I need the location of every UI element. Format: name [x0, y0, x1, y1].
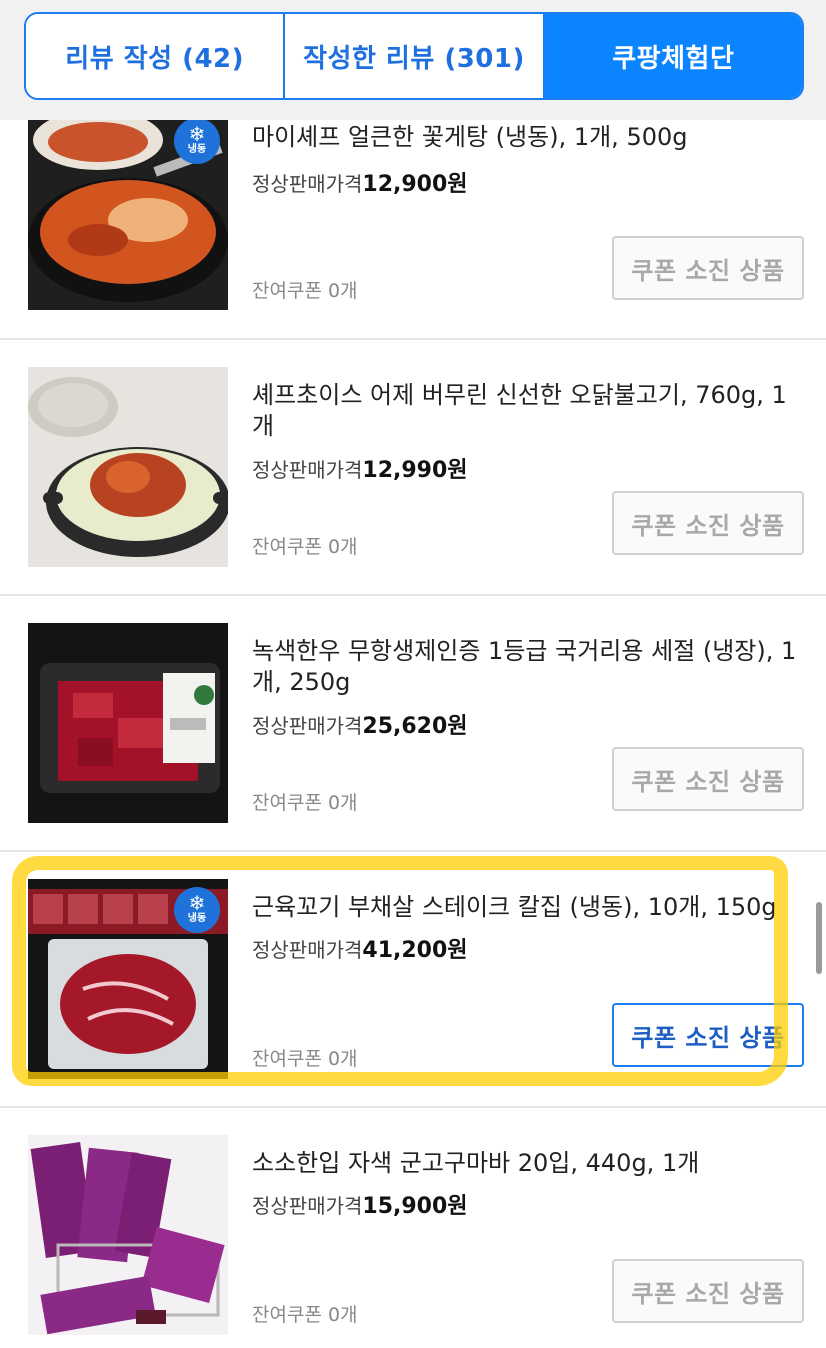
snowflake-icon: ❄: [188, 122, 206, 146]
list-item[interactable]: ❄ 냉동 마이셰프 얼큰한 꽃게탕 (냉동), 1개, 500g 정상판매가격1…: [0, 94, 826, 340]
snowflake-icon: ❄: [188, 891, 206, 915]
frozen-badge: ❄ 냉동: [174, 118, 220, 164]
price-label: 정상판매가격: [252, 172, 363, 196]
tab-written-reviews[interactable]: 작성한 리뷰 (301): [283, 14, 543, 98]
product-list: ❄ 냉동 마이셰프 얼큰한 꽃게탕 (냉동), 1개, 500g 정상판매가격1…: [0, 0, 826, 1346]
product-price: 정상판매가격41,200원: [252, 932, 468, 964]
product-name[interactable]: 녹색한우 무항생제인증 1등급 국거리용 세절 (냉장), 1개, 250g: [252, 636, 804, 698]
scrollbar[interactable]: [816, 902, 822, 974]
price-label: 정상판매가격: [252, 1194, 363, 1218]
tab-header: 리뷰 작성 (42) 작성한 리뷰 (301) 쿠팡체험단: [0, 0, 826, 120]
product-name[interactable]: 마이셰프 얼큰한 꽃게탕 (냉동), 1개, 500g: [252, 122, 804, 153]
price-value: 41,200원: [362, 938, 468, 963]
price-value: 12,900원: [362, 172, 468, 197]
remaining-coupon: 잔여쿠폰 0개: [252, 280, 358, 302]
tab-group: 리뷰 작성 (42) 작성한 리뷰 (301) 쿠팡체험단: [24, 12, 804, 100]
coupon-exhausted-button[interactable]: 쿠폰 소진 상품: [612, 236, 804, 300]
remaining-coupon: 잔여쿠폰 0개: [252, 792, 358, 814]
tab-experience-group[interactable]: 쿠팡체험단: [542, 14, 802, 98]
coupon-exhausted-button[interactable]: 쿠폰 소진 상품: [612, 491, 804, 555]
price-label: 정상판매가격: [252, 458, 363, 482]
product-thumbnail[interactable]: ❄ 냉동: [28, 879, 228, 1079]
product-thumbnail[interactable]: ❄ 냉동: [28, 110, 228, 310]
remaining-coupon: 잔여쿠폰 0개: [252, 1304, 358, 1326]
list-item[interactable]: 소소한입 자색 군고구마바 20입, 440g, 1개 정상판매가격15,900…: [0, 1108, 826, 1348]
list-item-highlighted[interactable]: ❄ 냉동 근육꼬기 부채살 스테이크 칼집 (냉동), 10개, 150g 정상…: [0, 852, 826, 1108]
product-thumbnail[interactable]: [28, 623, 228, 823]
product-thumbnail[interactable]: [28, 367, 228, 567]
price-value: 25,620원: [362, 714, 468, 739]
beef-package-image: [28, 623, 228, 823]
product-price: 정상판매가격12,900원: [252, 166, 468, 198]
sweet-potato-bar-image: [28, 1135, 228, 1335]
coupon-exhausted-button[interactable]: 쿠폰 소진 상품: [612, 1259, 804, 1323]
price-label: 정상판매가격: [252, 938, 363, 962]
coupon-exhausted-button[interactable]: 쿠폰 소진 상품: [612, 747, 804, 811]
chicken-bulgogi-image: [28, 367, 228, 567]
product-name[interactable]: 셰프초이스 어제 버무린 신선한 오닭불고기, 760g, 1개: [252, 380, 804, 442]
frozen-badge-label: 냉동: [187, 913, 207, 924]
product-price: 정상판매가격12,990원: [252, 452, 468, 484]
frozen-badge-label: 냉동: [187, 144, 207, 155]
product-price: 정상판매가격25,620원: [252, 708, 468, 740]
tab-write-review[interactable]: 리뷰 작성 (42): [26, 14, 284, 98]
product-name[interactable]: 소소한입 자색 군고구마바 20입, 440g, 1개: [252, 1148, 804, 1179]
price-label: 정상판매가격: [252, 714, 363, 738]
coupon-exhausted-button[interactable]: 쿠폰 소진 상품: [612, 1003, 804, 1067]
frozen-badge: ❄ 냉동: [174, 887, 220, 933]
product-price: 정상판매가격15,900원: [252, 1188, 468, 1220]
product-name[interactable]: 근육꼬기 부채살 스테이크 칼집 (냉동), 10개, 150g: [252, 892, 804, 923]
price-value: 12,990원: [362, 458, 468, 483]
remaining-coupon: 잔여쿠폰 0개: [252, 536, 358, 558]
remaining-coupon: 잔여쿠폰 0개: [252, 1048, 358, 1070]
list-item[interactable]: 녹색한우 무항생제인증 1등급 국거리용 세절 (냉장), 1개, 250g 정…: [0, 596, 826, 852]
price-value: 15,900원: [362, 1194, 468, 1219]
product-thumbnail[interactable]: [28, 1135, 228, 1335]
list-item[interactable]: 셰프초이스 어제 버무린 신선한 오닭불고기, 760g, 1개 정상판매가격1…: [0, 340, 826, 596]
